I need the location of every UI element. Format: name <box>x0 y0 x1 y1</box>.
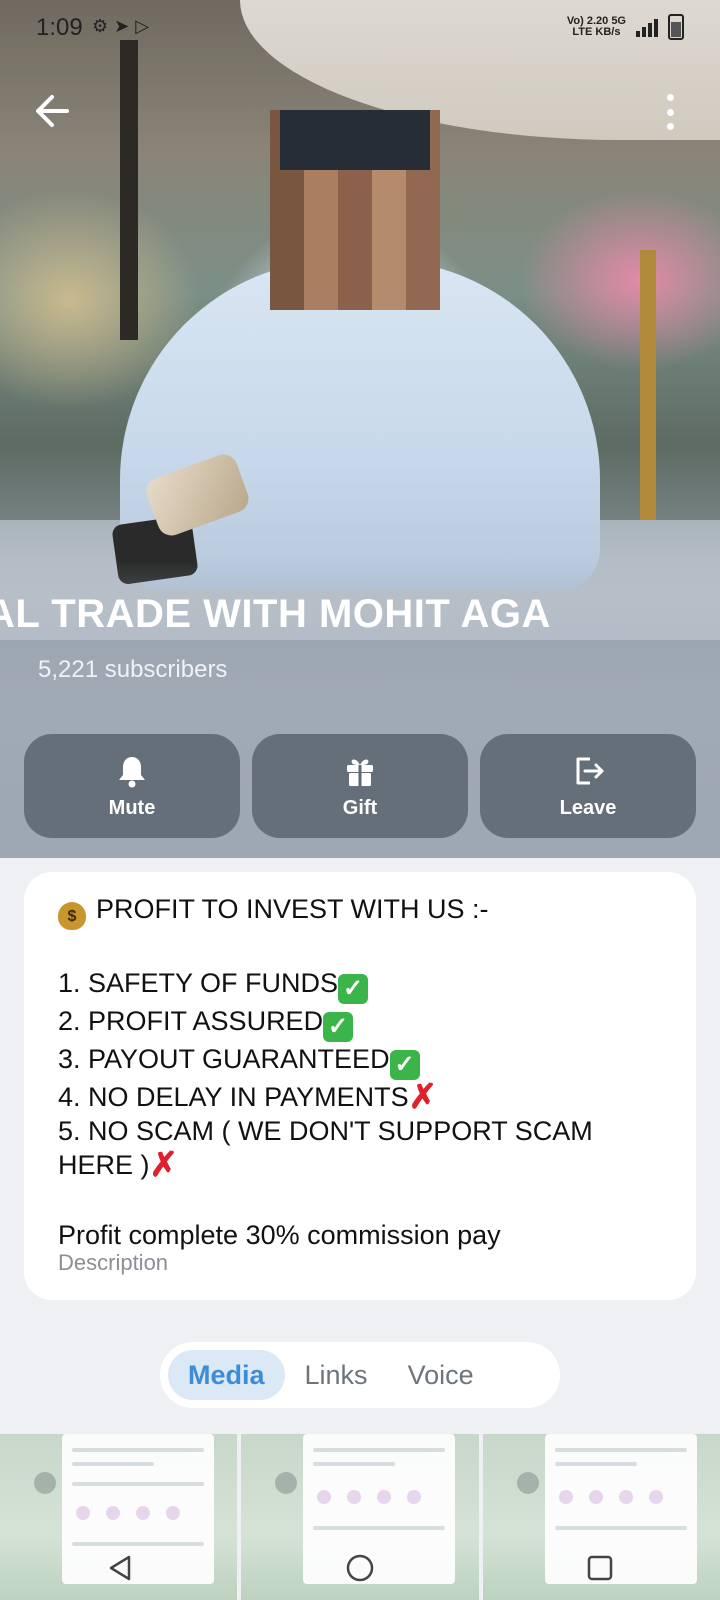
battery-icon <box>668 14 684 40</box>
circle-home-icon <box>346 1554 374 1582</box>
check-mark-icon: ✓ <box>389 1050 420 1080</box>
share-icon <box>34 1472 56 1494</box>
nav-back-button[interactable] <box>98 1546 142 1590</box>
network-indicator: Vo) 2.20 5G LTE KB/s <box>567 16 626 38</box>
mute-label: Mute <box>108 796 156 819</box>
share-icon <box>275 1472 298 1494</box>
background-pillar <box>640 250 656 550</box>
cross-mark-icon: ✗ <box>408 1078 438 1116</box>
description-label: Description <box>58 1250 169 1275</box>
bell-icon <box>119 756 145 787</box>
network-speed-unit: KB/s <box>595 26 621 38</box>
telegram-icon: ➤ <box>114 16 130 36</box>
background-lamp-post <box>120 40 138 340</box>
description-item: 2. PROFIT ASSURED ✓ <box>58 1004 668 1042</box>
tab-voice[interactable]: Voice <box>388 1350 494 1400</box>
more-dot-icon <box>666 108 674 116</box>
description-item: 1. SAFETY OF FUNDS ✓ <box>58 966 668 1004</box>
nav-recents-button[interactable] <box>578 1546 622 1590</box>
more-dot-icon <box>666 123 674 130</box>
triangle-back-icon <box>109 1555 131 1581</box>
channel-description-card: $ PROFIT TO INVEST WITH US :- 1. SAFETY O… <box>24 872 696 1300</box>
status-bar: 1:09 ⚙ ➤ ▷ Vo) 2.20 5G LTE KB/s <box>0 0 720 58</box>
description-item: 4. NO DELAY IN PAYMENTS✗ <box>58 1078 438 1116</box>
gift-label: Gift <box>342 796 378 819</box>
more-dot-icon <box>666 94 674 101</box>
back-button[interactable] <box>34 94 74 128</box>
money-bag-icon: $ <box>58 902 86 930</box>
status-time: 1:09 <box>36 14 83 41</box>
description-headline: $ PROFIT TO INVEST WITH US :- <box>58 892 668 930</box>
description-item: 5. NO SCAM ( WE DON'T SUPPORT SCAM <box>58 1116 593 1146</box>
pixelated-hair <box>280 110 430 170</box>
check-mark-icon: ✓ <box>323 1012 354 1042</box>
tab-links[interactable]: Links <box>285 1350 388 1400</box>
nav-home-button[interactable] <box>338 1546 382 1590</box>
leave-button[interactable]: Leave <box>480 734 696 838</box>
settings-icon: ⚙ <box>92 16 109 36</box>
more-options-button[interactable] <box>660 94 680 130</box>
gift-button[interactable]: Gift <box>252 734 468 838</box>
system-navigation-bar <box>0 1536 720 1600</box>
play-icon: ▷ <box>135 16 150 36</box>
arrow-left-icon <box>36 95 69 127</box>
cross-mark-icon: ✗ <box>149 1146 179 1184</box>
status-notification-icons: ⚙ ➤ ▷ <box>92 16 149 37</box>
description-profit-line: Profit complete 30% commission pay <box>58 1220 501 1250</box>
channel-cover-photo <box>0 0 720 858</box>
square-recents-icon <box>587 1555 613 1581</box>
channel-actions: Mute Gift Leave <box>24 734 696 838</box>
channel-title: WAL TRADE WITH MOHIT AGA <box>0 590 720 642</box>
share-icon <box>516 1472 539 1494</box>
tab-media[interactable]: Media <box>168 1350 285 1400</box>
channel-title-text: WAL TRADE WITH MOHIT AGA <box>0 592 551 636</box>
shared-media-tabs: Media Links Voice <box>160 1342 560 1408</box>
leave-label: Leave <box>559 796 617 819</box>
channel-description: $ PROFIT TO INVEST WITH US :- 1. SAFETY O… <box>58 892 668 1252</box>
leave-icon <box>576 757 604 784</box>
mute-button[interactable]: Mute <box>24 734 240 838</box>
network-lte: LTE <box>572 26 593 38</box>
gift-icon <box>347 759 373 786</box>
check-mark-icon: ✓ <box>338 974 369 1004</box>
description-item-continued: HERE )✗ <box>58 1146 179 1184</box>
status-right-icons: Vo) 2.20 5G LTE KB/s <box>567 14 684 40</box>
subscriber-count: 5,221 subscribers <box>38 656 228 683</box>
signal-icon <box>636 17 658 37</box>
description-item: 3. PAYOUT GUARANTEED ✓ <box>58 1042 668 1080</box>
